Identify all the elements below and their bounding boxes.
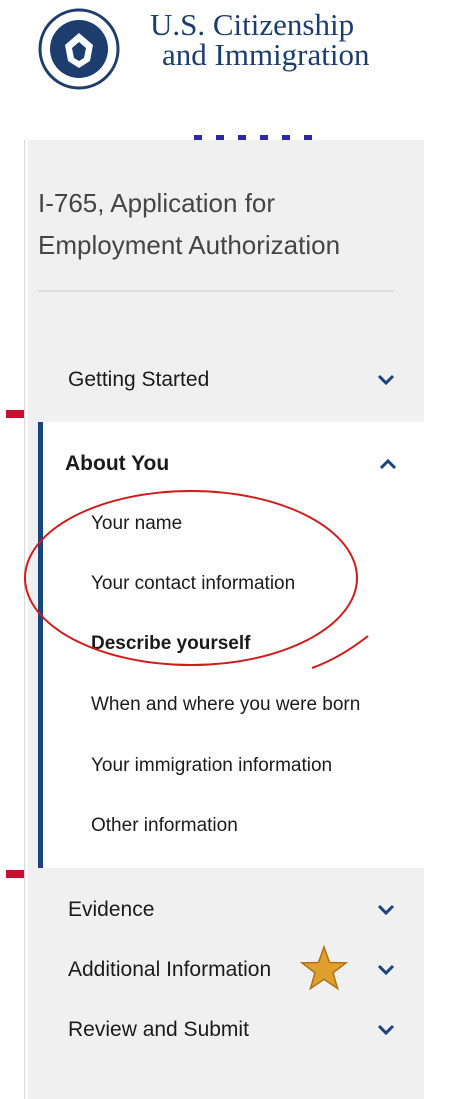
- site-header: U.S. Citizenship and Immigration: [0, 0, 469, 135]
- agency-name[interactable]: U.S. Citizenship and Immigration: [150, 9, 370, 72]
- nav-section-about-you: About You Your name Your contact informa…: [38, 422, 429, 868]
- nav-section-additional-information[interactable]: Additional Information: [68, 950, 398, 990]
- form-title: I-765, Application for Employment Author…: [38, 188, 341, 260]
- nav-item-contact-information[interactable]: Your contact information: [91, 573, 295, 595]
- nav-section-label: Getting Started: [68, 368, 210, 391]
- nav-section-label: Review and Submit: [68, 1018, 249, 1041]
- nav-item-immigration-information[interactable]: Your immigration information: [91, 755, 332, 777]
- agency-name-line-2: and Immigration: [162, 37, 370, 72]
- nav-item-describe-yourself[interactable]: Describe yourself: [91, 633, 250, 655]
- dhs-seal-logo: [38, 8, 120, 90]
- page: U.S. Citizenship and Immigration I-765, …: [0, 0, 469, 1099]
- nav-section-getting-started[interactable]: Getting Started: [68, 360, 398, 400]
- nav-section-label: Evidence: [68, 898, 155, 921]
- form-side-navigation: I-765, Application for Employment Author…: [28, 140, 429, 1099]
- chevron-down-icon[interactable]: [374, 898, 398, 922]
- chevron-down-icon[interactable]: [374, 1018, 398, 1042]
- nav-item-other-information[interactable]: Other information: [91, 815, 238, 837]
- chevron-down-icon[interactable]: [374, 368, 398, 392]
- nav-section-label: About You: [65, 452, 170, 475]
- title-divider: [38, 290, 394, 292]
- nav-section-about-you-header[interactable]: About You: [65, 444, 397, 484]
- chevron-down-icon[interactable]: [374, 958, 398, 982]
- nav-section-label: Additional Information: [68, 958, 272, 981]
- nav-item-your-name[interactable]: Your name: [91, 513, 182, 535]
- annotation-marker: [6, 870, 24, 878]
- star-icon: [300, 945, 348, 991]
- nav-section-review-and-submit[interactable]: Review and Submit: [68, 1010, 398, 1050]
- nav-item-when-and-where-born[interactable]: When and where you were born: [91, 694, 360, 716]
- chevron-up-icon[interactable]: [379, 452, 397, 476]
- nav-section-evidence[interactable]: Evidence: [68, 890, 398, 930]
- left-rule: [24, 140, 25, 1099]
- annotation-marker: [6, 410, 24, 418]
